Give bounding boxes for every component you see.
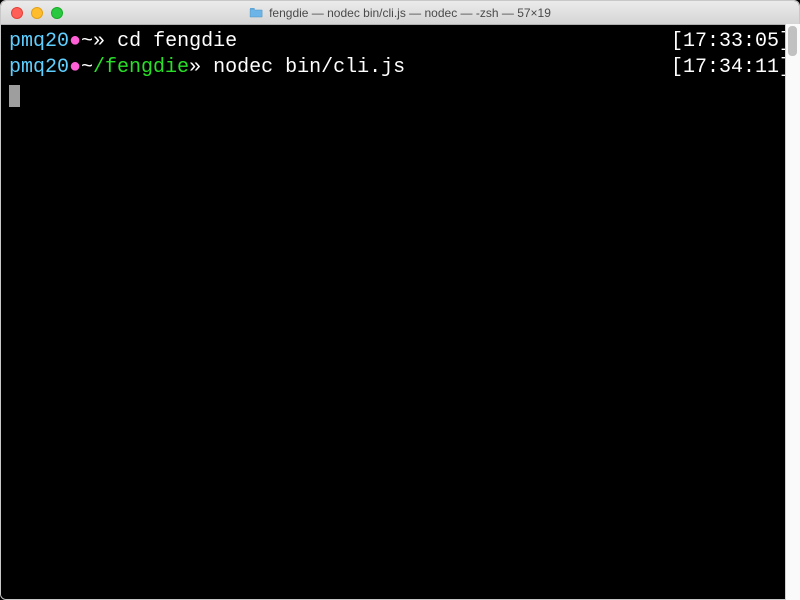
window-title-area: fengdie — nodec bin/cli.js — nodec — -zs… <box>249 6 551 20</box>
prompt-chevron: » <box>189 55 213 81</box>
command-text: nodec bin/cli.js <box>213 55 405 81</box>
prompt-path: /fengdie <box>93 55 189 81</box>
terminal-window: fengdie — nodec bin/cli.js — nodec — -zs… <box>0 0 800 600</box>
prompt-user: pmq20 <box>9 29 69 55</box>
terminal-body[interactable]: pmq20●~» cd fengdie [17:33:05] pmq20●~/f… <box>1 25 799 599</box>
terminal-line: pmq20●~» cd fengdie [17:33:05] <box>9 29 791 55</box>
maximize-button[interactable] <box>51 7 63 19</box>
prompt-user: pmq20 <box>9 55 69 81</box>
prompt-tilde: ~ <box>81 29 93 55</box>
minimize-button[interactable] <box>31 7 43 19</box>
close-button[interactable] <box>11 7 23 19</box>
window-title: fengdie — nodec bin/cli.js — nodec — -zs… <box>269 6 551 20</box>
scrollbar-thumb[interactable] <box>788 26 797 56</box>
command-text: cd fengdie <box>117 29 237 55</box>
terminal-line: pmq20●~/fengdie» nodec bin/cli.js [17:34… <box>9 55 791 81</box>
prompt-dot: ● <box>69 55 81 81</box>
traffic-lights <box>1 7 63 19</box>
prompt-dot: ● <box>69 29 81 55</box>
cursor-line <box>9 81 791 107</box>
prompt-chevron: » <box>93 29 117 55</box>
scrollbar-track[interactable] <box>785 24 800 600</box>
folder-icon <box>249 7 263 18</box>
titlebar[interactable]: fengdie — nodec bin/cli.js — nodec — -zs… <box>1 1 799 25</box>
timestamp: [17:33:05] <box>671 29 791 55</box>
timestamp: [17:34:11] <box>671 55 791 81</box>
prompt-tilde: ~ <box>81 55 93 81</box>
cursor <box>9 85 20 107</box>
